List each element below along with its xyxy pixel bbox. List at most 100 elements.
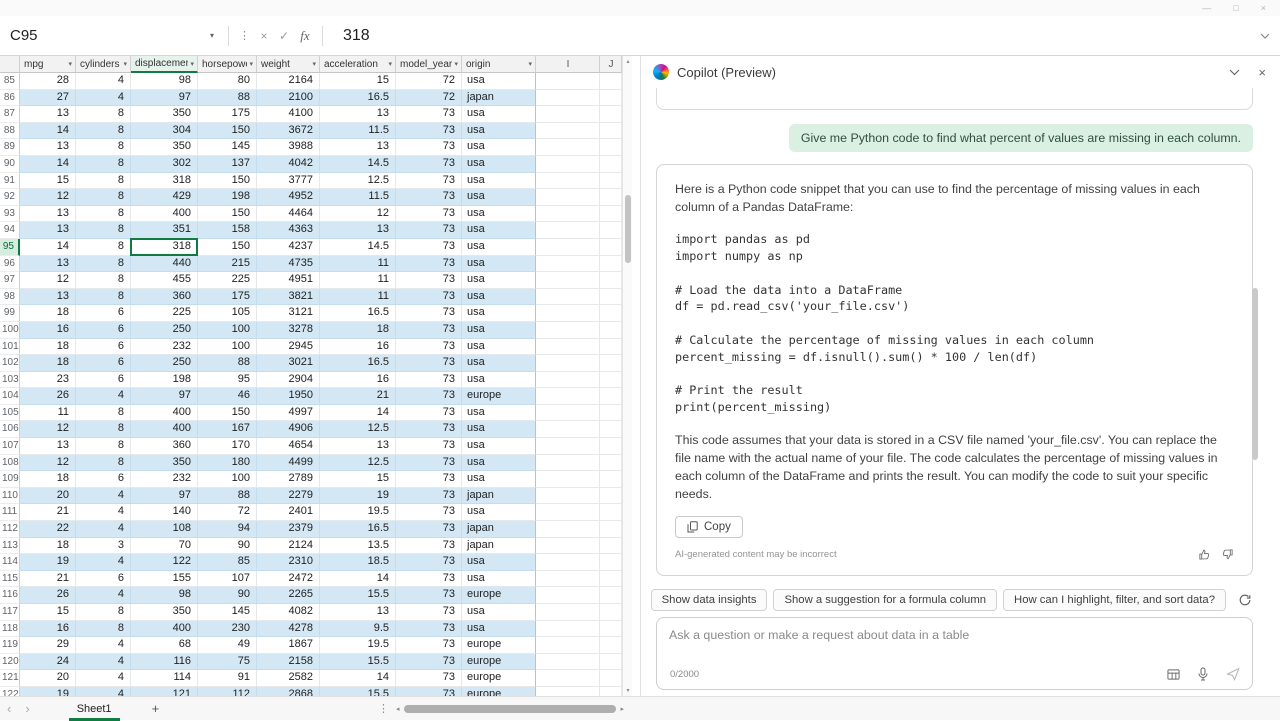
cell[interactable] [536,687,600,696]
row-header-121[interactable]: 121 [0,670,20,687]
cell[interactable]: 73 [396,272,462,289]
cell[interactable]: 14 [320,571,396,588]
cell[interactable] [600,206,622,223]
cell[interactable]: 2582 [257,670,320,687]
formula-input[interactable]: 318 [329,27,1260,45]
cell[interactable]: 302 [131,156,198,173]
cell[interactable]: 145 [198,604,257,621]
cell[interactable]: 4237 [257,239,320,256]
cell[interactable] [536,654,600,671]
row-header-113[interactable]: 113 [0,538,20,555]
cell[interactable]: 13 [20,438,76,455]
column-header-model_year[interactable]: model_year▾ [396,56,462,73]
row-header-114[interactable]: 114 [0,554,20,571]
cell[interactable] [536,189,600,206]
column-header-acceleration[interactable]: acceleration▾ [320,56,396,73]
cell[interactable]: usa [462,222,536,239]
cell[interactable] [600,405,622,422]
cell[interactable]: usa [462,339,536,356]
cell[interactable]: 73 [396,604,462,621]
cell[interactable] [600,587,622,604]
horizontal-scrollbar[interactable]: ◂ ▸ [396,697,624,720]
cell[interactable]: 8 [76,289,131,306]
cell[interactable] [600,139,622,156]
cell[interactable]: 8 [76,173,131,190]
cell[interactable] [536,521,600,538]
cell[interactable]: 73 [396,206,462,223]
send-icon[interactable] [1226,667,1240,681]
cell[interactable]: 4 [76,73,131,90]
cell[interactable]: japan [462,90,536,107]
cell[interactable]: 3021 [257,355,320,372]
cell[interactable]: 150 [198,123,257,140]
cell[interactable] [536,123,600,140]
row-header-107[interactable]: 107 [0,438,20,455]
cell[interactable]: 2310 [257,554,320,571]
cell[interactable]: 4 [76,388,131,405]
cell[interactable] [536,206,600,223]
cell[interactable] [600,654,622,671]
cell[interactable] [536,239,600,256]
cell[interactable]: 73 [396,372,462,389]
cell[interactable]: 18 [320,322,396,339]
sheet-options-icon[interactable]: ⋮ [378,702,389,715]
cell[interactable]: 3121 [257,305,320,322]
cell[interactable]: 72 [396,90,462,107]
cell[interactable]: 13.5 [320,538,396,555]
column-header-origin[interactable]: origin▾ [462,56,536,73]
cell[interactable]: 108 [131,521,198,538]
cell[interactable] [600,637,622,654]
cell[interactable] [600,621,622,638]
cell[interactable]: 73 [396,339,462,356]
cell[interactable]: usa [462,289,536,306]
cell[interactable] [536,106,600,123]
cell[interactable] [600,90,622,107]
cell[interactable]: 19.5 [320,637,396,654]
cell[interactable]: 16.5 [320,521,396,538]
cell[interactable] [536,139,600,156]
cell[interactable]: 8 [76,455,131,472]
row-header-122[interactable]: 122 [0,687,20,696]
column-header-I[interactable]: I [536,56,600,73]
cell[interactable]: 4 [76,654,131,671]
cell[interactable]: 137 [198,156,257,173]
row-header-105[interactable]: 105 [0,405,20,422]
cell[interactable]: 97 [131,388,198,405]
cell[interactable]: 13 [20,106,76,123]
cell[interactable]: 2789 [257,471,320,488]
cell[interactable]: usa [462,305,536,322]
cell[interactable]: 4997 [257,405,320,422]
cell[interactable]: 350 [131,604,198,621]
cell[interactable]: 73 [396,173,462,190]
cell[interactable]: 13 [320,222,396,239]
cell[interactable]: 8 [76,106,131,123]
cell[interactable]: 73 [396,239,462,256]
column-header-cylinders[interactable]: cylinders▾ [76,56,131,73]
cell[interactable]: 27 [20,90,76,107]
thumbs-down-icon[interactable] [1221,548,1234,561]
cell[interactable]: 14 [20,123,76,140]
scrollbar-thumb[interactable] [404,705,617,713]
cell[interactable]: 8 [76,421,131,438]
row-header-94[interactable]: 94 [0,222,20,239]
cell[interactable]: 90 [198,538,257,555]
cell[interactable]: 175 [198,289,257,306]
cell[interactable]: 6 [76,471,131,488]
row-header-97[interactable]: 97 [0,272,20,289]
cell[interactable]: 4 [76,504,131,521]
cell[interactable]: 8 [76,239,131,256]
cell[interactable] [600,173,622,190]
chat-scrollbar-thumb[interactable] [1252,288,1258,460]
cell[interactable] [600,339,622,356]
row-header-111[interactable]: 111 [0,504,20,521]
cell[interactable]: 4499 [257,455,320,472]
cell[interactable]: 73 [396,189,462,206]
cell[interactable]: 8 [76,123,131,140]
cell[interactable]: 19 [320,488,396,505]
cell[interactable]: 2158 [257,654,320,671]
cell[interactable]: 114 [131,670,198,687]
add-sheet-button[interactable]: + [146,701,166,716]
row-header-102[interactable]: 102 [0,355,20,372]
cell[interactable] [600,123,622,140]
cell[interactable]: 11.5 [320,189,396,206]
